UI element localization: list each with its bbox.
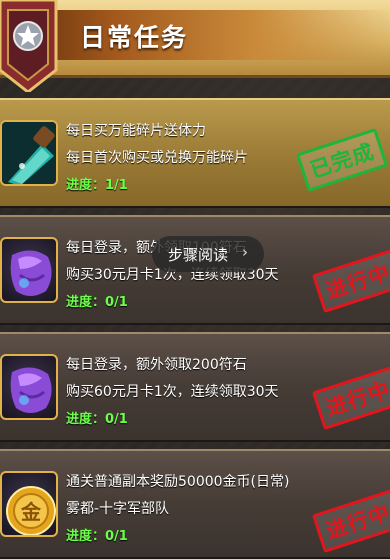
task-card-1[interactable]: 每日买万能碎片送体力 每日首次购买或兑换万能碎片 进度：1/1 已完成 xyxy=(0,98,390,208)
rank-shield-icon xyxy=(0,0,58,92)
task-title: 通关普通副本奖励50000金币(日常) xyxy=(66,474,290,490)
task-icon-2 xyxy=(0,237,58,303)
status-stamp-in-progress: 进行中 xyxy=(311,249,390,313)
potion-bottle-icon xyxy=(2,122,56,184)
task-card-4[interactable]: 金 通关普通副本奖励50000金币(日常) 雾都-十字军部队 进度：0/1 进行… xyxy=(0,449,390,559)
step-reading-label: 步骤阅读 xyxy=(168,246,229,264)
task-title: 每日登录，额外领取200符石 xyxy=(66,357,247,373)
task-icon-1 xyxy=(0,120,58,186)
task-progress: 进度：1/1 xyxy=(66,178,128,193)
page-title: 日常任务 xyxy=(80,23,189,52)
rune-stone-icon xyxy=(10,250,52,296)
task-progress: 进度：0/1 xyxy=(66,295,128,310)
task-progress: 进度：0/1 xyxy=(66,412,128,427)
svg-text:金: 金 xyxy=(20,500,42,524)
task-icon-4: 金 xyxy=(0,471,58,537)
chevron-right-icon: › xyxy=(242,243,248,261)
task-progress: 进度：0/1 xyxy=(66,529,128,544)
gold-coin-icon: 金 xyxy=(6,486,56,535)
status-stamp-completed: 已完成 xyxy=(295,128,389,192)
task-title: 每日买万能碎片送体力 xyxy=(66,123,206,139)
step-reading-button[interactable]: 步骤阅读 › xyxy=(152,236,264,272)
task-description: 每日首次购买或兑换万能碎片 xyxy=(66,150,248,166)
status-stamp-in-progress: 进行中 xyxy=(311,366,390,430)
page-header: 日常任务 xyxy=(0,0,390,78)
status-stamp-in-progress: 进行中 xyxy=(311,489,390,553)
task-description: 雾都-十字军部队 xyxy=(66,501,170,517)
rune-stone-icon xyxy=(10,367,52,413)
task-card-3[interactable]: 每日登录，额外领取200符石 购买60元月卡1次，连续领取30天 进度：0/1 … xyxy=(0,332,390,442)
task-description: 购买60元月卡1次，连续领取30天 xyxy=(66,384,279,400)
task-icon-3 xyxy=(0,354,58,420)
